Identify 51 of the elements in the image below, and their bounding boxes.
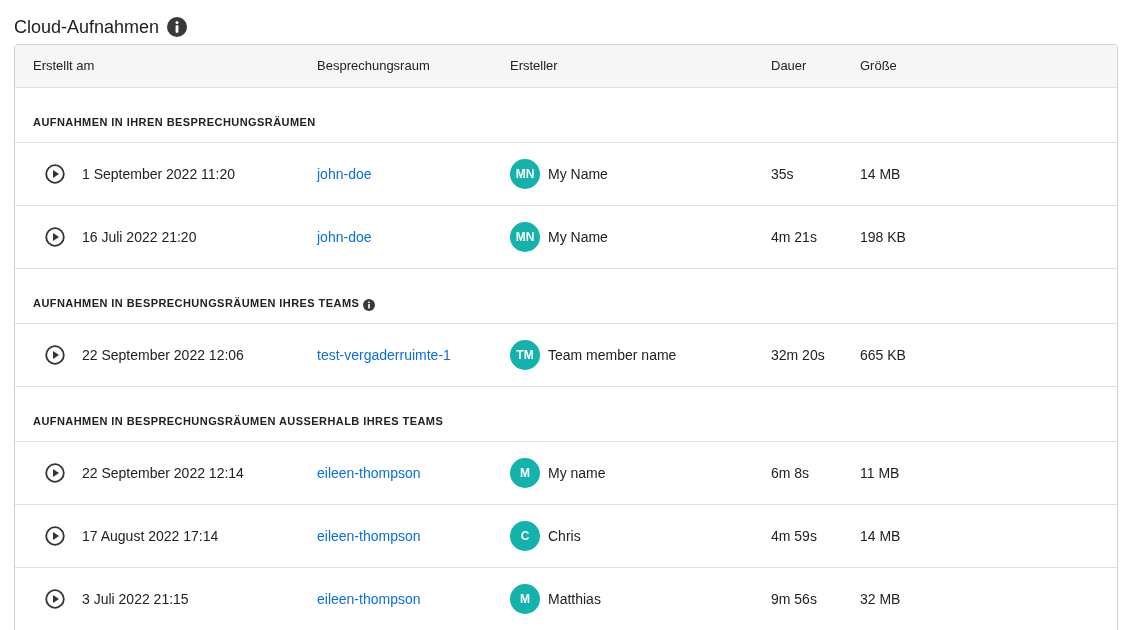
avatar: M: [510, 584, 540, 614]
play-button[interactable]: [45, 526, 65, 546]
creator-name: My name: [548, 463, 606, 483]
created-date: 1 September 2022 11:20: [82, 165, 236, 182]
room-link[interactable]: eileen-thompson: [317, 590, 421, 607]
file-size: 14 MB: [860, 527, 901, 544]
room-link[interactable]: test-vergaderruimte-1: [317, 346, 451, 363]
play-button[interactable]: [45, 345, 65, 365]
duration: 9m 56s: [771, 590, 817, 607]
duration: 35s: [771, 165, 794, 182]
created-date: 16 Juli 2022 21:20: [82, 228, 197, 245]
section-heading: AUFNAHMEN IN BESPRECHUNGSRÄUMEN AUSSERHALB IHRES TEAMS: [33, 413, 444, 429]
duration: 4m 21s: [771, 228, 817, 245]
play-button[interactable]: [45, 227, 65, 247]
creator-name: Team member name: [548, 345, 677, 365]
created-date: 3 Juli 2022 21:15: [82, 590, 189, 607]
avatar: C: [510, 521, 540, 551]
room-link[interactable]: eileen-thompson: [317, 464, 421, 481]
column-header: Ersteller: [510, 58, 558, 74]
file-size: 14 MB: [860, 165, 901, 182]
room-link[interactable]: john-doe: [317, 165, 372, 182]
avatar: TM: [510, 340, 540, 370]
avatar: M: [510, 458, 540, 488]
file-size: 665 KB: [860, 346, 906, 363]
creator-name: Matthias: [548, 589, 601, 609]
creator-name: My Name: [548, 227, 608, 247]
duration: 4m 59s: [771, 527, 817, 544]
creator-name: My Name: [548, 164, 608, 184]
file-size: 32 MB: [860, 590, 901, 607]
avatar: MN: [510, 159, 540, 189]
avatar: MN: [510, 222, 540, 252]
created-date: 22 September 2022 12:14: [82, 464, 244, 481]
creator-name: Chris: [548, 526, 581, 546]
play-button[interactable]: [45, 164, 65, 184]
duration: 6m 8s: [771, 464, 810, 481]
column-header: Dauer: [771, 58, 807, 74]
section-heading: AUFNAHMEN IN BESPRECHUNGSRÄUMEN IHRES TEAMS: [33, 295, 360, 311]
created-date: 22 September 2022 12:06: [82, 346, 244, 363]
duration: 32m 20s: [771, 346, 825, 363]
column-header: Erstellt am: [33, 58, 95, 74]
play-button[interactable]: [45, 589, 65, 609]
column-header: Besprechungsraum: [317, 58, 430, 74]
section-heading: AUFNAHMEN IN IHREN BESPRECHUNGSRÄUMEN: [33, 114, 316, 130]
column-header: Größe: [860, 58, 897, 74]
file-size: 11 MB: [860, 464, 900, 481]
page-title: Cloud-Aufnahmen: [14, 15, 160, 39]
play-button[interactable]: [45, 463, 65, 483]
file-size: 198 KB: [860, 228, 906, 245]
created-date: 17 August 2022 17:14: [82, 527, 219, 544]
room-link[interactable]: john-doe: [317, 228, 372, 245]
room-link[interactable]: eileen-thompson: [317, 527, 421, 544]
